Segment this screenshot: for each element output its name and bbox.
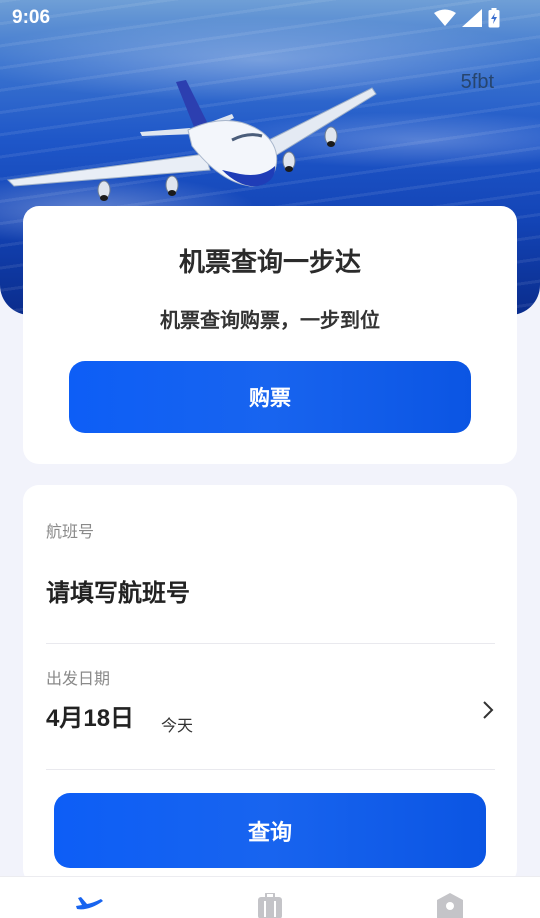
departure-date-label: 出发日期 [46, 669, 111, 688]
nav-item-flights[interactable] [60, 877, 120, 918]
nav-item-profile[interactable] [420, 877, 480, 918]
status-bar: 9:06 [0, 0, 540, 36]
cell-signal-icon [462, 9, 482, 27]
departure-date-selector[interactable]: 4月18日 今天 [46, 693, 495, 735]
promo-title: 机票查询一步达 [178, 248, 361, 278]
battery-charging-icon [488, 8, 500, 28]
promo-subtitle: 机票查询购票，一步到位 [160, 308, 380, 332]
flight-number-label: 航班号 [46, 522, 95, 541]
nav-item-luggage[interactable] [240, 877, 300, 918]
departure-date-relative: 今天 [161, 716, 194, 735]
status-time: 9:06 [12, 7, 51, 28]
profile-icon [437, 893, 463, 918]
buy-ticket-button[interactable]: 购票 [69, 361, 471, 433]
flight-search-card: 航班号 请填写航班号 出发日期 4月18日 今天 查询 [23, 485, 517, 885]
divider [46, 643, 495, 644]
query-button[interactable]: 查询 [54, 793, 486, 868]
airplane-illustration [6, 80, 377, 201]
status-icons [434, 8, 500, 28]
luggage-icon [258, 893, 282, 918]
chevron-right-icon [483, 701, 494, 719]
hero-tag: 5fbt [460, 71, 494, 93]
departure-date-value: 4月18日 [46, 705, 135, 732]
flight-number-input[interactable]: 请填写航班号 [46, 573, 486, 608]
wifi-icon [434, 9, 456, 26]
bottom-nav [0, 876, 540, 918]
divider [46, 769, 495, 770]
airplane-icon [76, 897, 103, 910]
promo-card: 机票查询一步达 机票查询购票，一步到位 购票 [23, 206, 517, 464]
